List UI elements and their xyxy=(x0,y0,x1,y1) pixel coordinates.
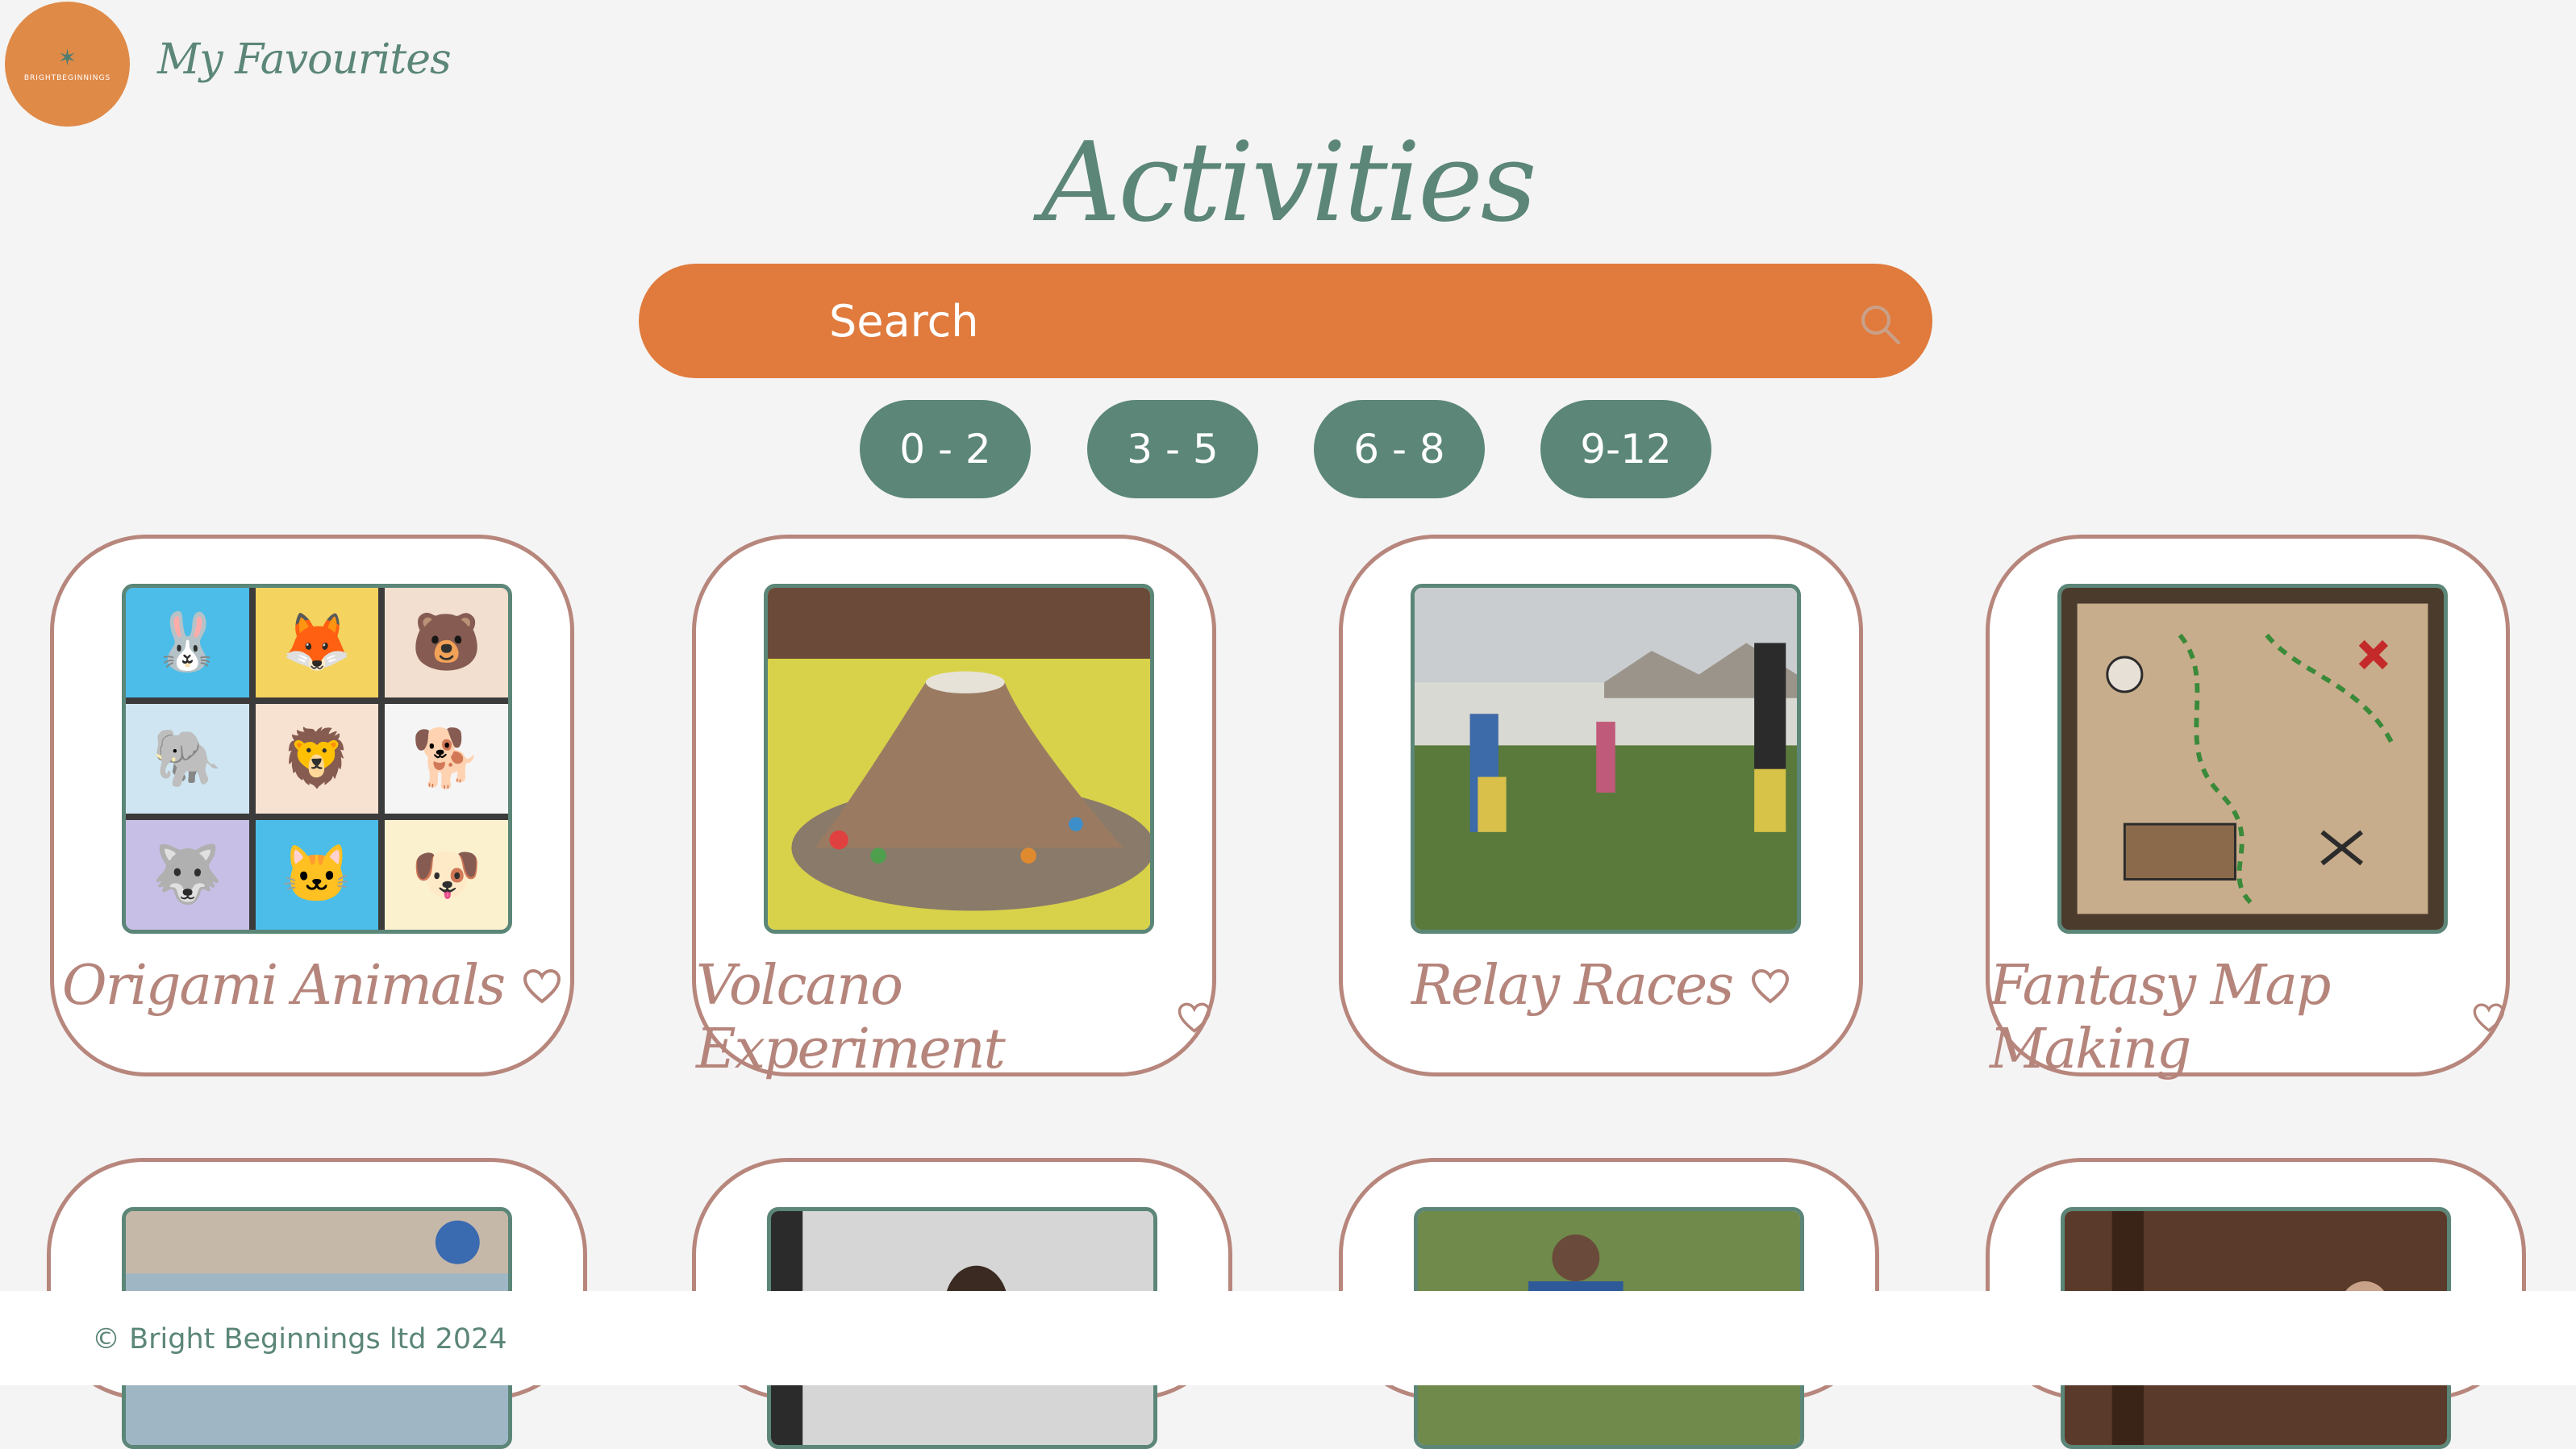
lion-icon: 🦁 xyxy=(255,704,379,814)
heart-icon[interactable] xyxy=(1750,968,1790,1005)
activity-card-relay-races[interactable]: Relay Races xyxy=(1339,535,1863,1076)
heart-icon[interactable] xyxy=(1177,999,1212,1036)
my-favourites-link[interactable]: My Favourites xyxy=(157,35,452,84)
page-title: Activities xyxy=(1041,119,1536,247)
age-filter-0-2-button[interactable]: 0 - 2 xyxy=(860,400,1031,498)
origami-animals-image[interactable]: 🐰 🦊 🐻 🐘 🦁 🐕 🐺 🐱 🐶 xyxy=(122,584,512,934)
heart-icon[interactable] xyxy=(522,968,562,1005)
cat-icon: 🐱 xyxy=(255,820,379,930)
fantasy-map-image[interactable] xyxy=(2057,584,2448,934)
wolf-icon: 🐺 xyxy=(126,820,249,930)
dog-icon: 🐕 xyxy=(385,704,508,814)
bear-icon: 🐻 xyxy=(385,588,508,697)
puppy-icon: 🐶 xyxy=(385,820,508,930)
age-filter-6-8-button[interactable]: 6 - 8 xyxy=(1314,400,1485,498)
age-filter-3-5-button[interactable]: 3 - 5 xyxy=(1087,400,1258,498)
search-bar[interactable] xyxy=(639,264,1932,378)
activity-title: Origami Animals xyxy=(61,954,506,1018)
heart-icon[interactable] xyxy=(2472,999,2506,1036)
rabbit-icon: 🐰 xyxy=(126,588,249,697)
elephant-icon: 🐘 xyxy=(126,704,249,814)
activity-title: Volcano Experiment xyxy=(696,954,1006,1081)
copyright-text: © Bright Beginnings ltd 2024 xyxy=(92,1323,507,1355)
footer: © Bright Beginnings ltd 2024 xyxy=(0,1291,2576,1385)
fox-icon: 🦊 xyxy=(255,588,379,697)
volcano-experiment-image[interactable] xyxy=(764,584,1154,934)
activity-title: Relay Races xyxy=(1411,954,1734,1018)
activity-card-origami-animals[interactable]: 🐰 🦊 🐻 🐘 🦁 🐕 🐺 🐱 🐶 Origami Animals xyxy=(50,535,574,1076)
activity-card-fantasy-map-making[interactable]: Fantasy Map Making xyxy=(1986,535,2510,1081)
logo-figures-icon: ✶ xyxy=(57,44,77,70)
activity-card-volcano-experiment[interactable]: Volcano Experiment xyxy=(692,535,1216,1081)
logo-text: BRIGHTBEGINNINGS xyxy=(23,73,111,82)
activity-title: Fantasy Map Making xyxy=(1990,954,2331,1081)
search-icon[interactable] xyxy=(1858,302,1903,348)
logo[interactable]: ✶ BRIGHTBEGINNINGS xyxy=(5,2,130,127)
relay-races-image[interactable] xyxy=(1411,584,1801,934)
age-filter-9-12-button[interactable]: 9-12 xyxy=(1540,400,1711,498)
search-input[interactable] xyxy=(829,264,1716,378)
